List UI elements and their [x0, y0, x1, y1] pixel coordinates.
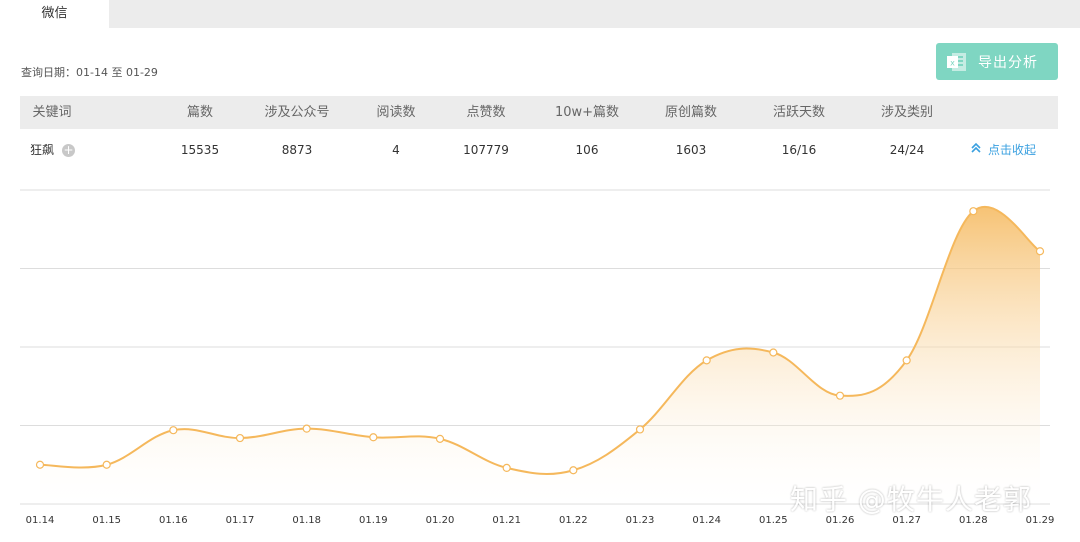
data-point[interactable] — [835, 391, 845, 400]
x-tick-label: 01.25 — [759, 515, 788, 526]
column-header-100k: 10w+篇数 — [554, 105, 620, 120]
column-header-original: 原创篇数 — [664, 105, 717, 120]
data-point[interactable] — [235, 433, 245, 443]
series-area — [40, 206, 1040, 504]
x-tick-label: 01.18 — [292, 515, 321, 526]
plus-icon[interactable]: + — [62, 144, 76, 157]
x-tick-label: 01.17 — [226, 515, 255, 526]
data-point[interactable] — [369, 433, 378, 442]
data-point[interactable] — [902, 356, 911, 365]
column-header-reads: 阅读数 — [376, 105, 416, 120]
data-point[interactable] — [169, 426, 178, 435]
x-tick-label: 01.15 — [92, 515, 121, 526]
x-tick-label: 01.14 — [26, 515, 55, 526]
data-point[interactable] — [769, 348, 778, 357]
categories-cell: 24/24 — [889, 143, 925, 157]
over-100k-cell: 106 — [575, 143, 599, 157]
keyword-cell: 狂飙 + — [30, 130, 76, 170]
collapse-button[interactable]: 点击收起 — [970, 130, 1036, 170]
data-point[interactable] — [702, 356, 711, 365]
data-point[interactable] — [569, 466, 578, 475]
data-point[interactable] — [102, 460, 111, 469]
data-point[interactable] — [35, 460, 45, 469]
x-tick-label: 01.24 — [692, 515, 721, 526]
active-days-cell: 16/16 — [781, 143, 817, 157]
export-analysis-button[interactable]: x 导出分析 — [936, 43, 1058, 80]
table-header: 关键词 篇数 涉及公众号 阅读数 点赞数 10w+篇数 原创篇数 活跃天数 涉及… — [20, 96, 1058, 129]
keyword-label: 狂飙 — [30, 143, 55, 157]
excel-icon: x — [946, 51, 968, 73]
query-date-range: 查询日期：01-14 至 01-29 — [21, 66, 158, 79]
collapse-label: 点击收起 — [988, 143, 1037, 157]
export-analysis-label: 导出分析 — [978, 54, 1038, 71]
x-tick-label: 01.23 — [626, 515, 655, 526]
x-tick-label: 01.22 — [559, 515, 588, 526]
column-header-keyword: 关键词 — [32, 105, 72, 120]
data-point[interactable] — [1035, 247, 1045, 256]
tab-bar: 微信 — [0, 0, 1080, 28]
double-chevron-up-icon — [970, 130, 982, 170]
x-tick-label: 01.20 — [426, 515, 455, 526]
data-point[interactable] — [969, 207, 978, 216]
x-tick-label: 01.19 — [359, 515, 388, 526]
articles-cell: 15535 — [180, 143, 220, 157]
svg-text:x: x — [950, 58, 955, 67]
x-tick-label: 01.21 — [492, 515, 521, 526]
accounts-cell: 8873 — [281, 143, 313, 157]
data-point[interactable] — [302, 424, 311, 433]
column-header-active-days: 活跃天数 — [772, 105, 825, 120]
tab-wechat[interactable]: 微信 — [0, 0, 109, 28]
original-cell: 1603 — [675, 143, 707, 157]
table-row: 狂飙 + 15535 8873 4 107779 106 1603 16/16 2… — [20, 130, 1058, 170]
watermark: 知乎 @牧牛人老郭 — [790, 483, 1032, 516]
column-header-articles: 篇数 — [186, 105, 213, 120]
data-point[interactable] — [435, 434, 445, 443]
column-header-accounts: 涉及公众号 — [264, 105, 330, 120]
data-point[interactable] — [635, 425, 645, 434]
likes-cell: 107779 — [463, 143, 509, 157]
column-header-likes: 点赞数 — [466, 105, 506, 120]
data-point[interactable] — [502, 463, 511, 472]
x-tick-label: 01.16 — [159, 515, 188, 526]
column-header-categories: 涉及类别 — [880, 105, 933, 120]
reads-cell: 4 — [392, 143, 400, 157]
